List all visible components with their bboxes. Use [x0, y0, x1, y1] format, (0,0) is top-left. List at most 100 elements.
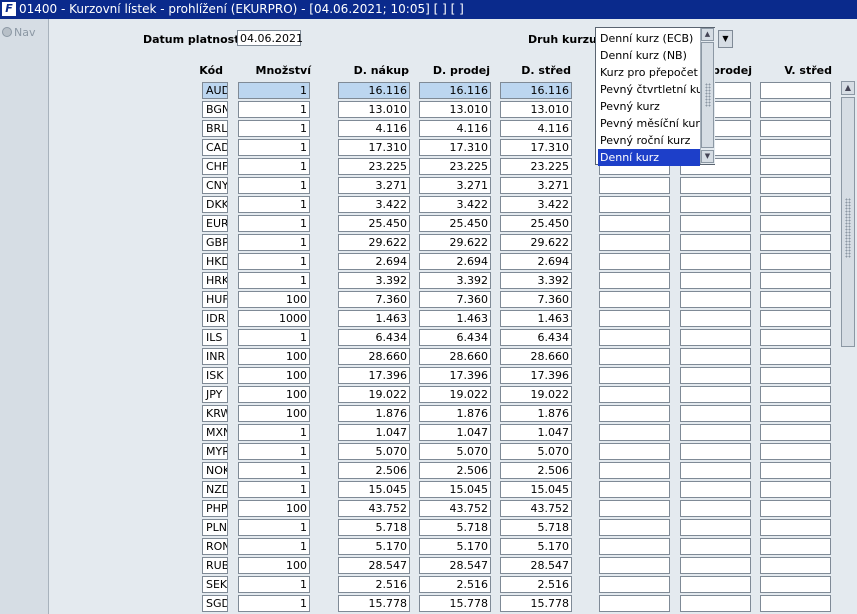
- daily-mid-cell[interactable]: 43.752: [500, 500, 572, 517]
- fx-sell-cell[interactable]: [680, 253, 751, 270]
- daily-buy-cell[interactable]: 15.045: [338, 481, 410, 498]
- code-cell[interactable]: RUB: [202, 557, 228, 574]
- code-cell[interactable]: AUD: [202, 82, 228, 99]
- quantity-cell[interactable]: 100: [238, 405, 310, 422]
- fx-buy-cell[interactable]: [599, 177, 670, 194]
- daily-mid-cell[interactable]: 1.047: [500, 424, 572, 441]
- daily-sell-cell[interactable]: 5.718: [419, 519, 491, 536]
- quantity-cell[interactable]: 1: [238, 158, 310, 175]
- code-cell[interactable]: CNY: [202, 177, 228, 194]
- quantity-cell[interactable]: 1: [238, 82, 310, 99]
- quantity-cell[interactable]: 100: [238, 557, 310, 574]
- fx-buy-cell[interactable]: [599, 538, 670, 555]
- code-cell[interactable]: EUR: [202, 215, 228, 232]
- daily-sell-cell[interactable]: 1.876: [419, 405, 491, 422]
- fx-mid-cell[interactable]: [760, 576, 831, 593]
- daily-buy-cell[interactable]: 3.392: [338, 272, 410, 289]
- fx-sell-cell[interactable]: [680, 595, 751, 612]
- fx-sell-cell[interactable]: [680, 519, 751, 536]
- code-cell[interactable]: NOK: [202, 462, 228, 479]
- daily-sell-cell[interactable]: 3.271: [419, 177, 491, 194]
- fx-buy-cell[interactable]: [599, 500, 670, 517]
- fx-sell-cell[interactable]: [680, 196, 751, 213]
- code-cell[interactable]: GBP: [202, 234, 228, 251]
- daily-mid-cell[interactable]: 17.396: [500, 367, 572, 384]
- code-cell[interactable]: MYR: [202, 443, 228, 460]
- code-cell[interactable]: SEK: [202, 576, 228, 593]
- daily-sell-cell[interactable]: 15.778: [419, 595, 491, 612]
- fx-sell-cell[interactable]: [680, 177, 751, 194]
- fx-sell-cell[interactable]: [680, 348, 751, 365]
- daily-mid-cell[interactable]: 23.225: [500, 158, 572, 175]
- fx-buy-cell[interactable]: [599, 215, 670, 232]
- fx-sell-cell[interactable]: [680, 386, 751, 403]
- fx-mid-cell[interactable]: [760, 348, 831, 365]
- fx-buy-cell[interactable]: [599, 272, 670, 289]
- chevron-down-icon[interactable]: ▼: [701, 150, 714, 163]
- daily-buy-cell[interactable]: 28.660: [338, 348, 410, 365]
- fx-mid-cell[interactable]: [760, 443, 831, 460]
- fx-mid-cell[interactable]: [760, 253, 831, 270]
- daily-buy-cell[interactable]: 4.116: [338, 120, 410, 137]
- dropdown-option[interactable]: Pevný měsíční kurz: [598, 115, 706, 132]
- quantity-cell[interactable]: 1: [238, 215, 310, 232]
- quantity-cell[interactable]: 1000: [238, 310, 310, 327]
- daily-buy-cell[interactable]: 5.070: [338, 443, 410, 460]
- daily-buy-cell[interactable]: 17.310: [338, 139, 410, 156]
- daily-mid-cell[interactable]: 1.463: [500, 310, 572, 327]
- daily-mid-cell[interactable]: 2.516: [500, 576, 572, 593]
- daily-buy-cell[interactable]: 16.116: [338, 82, 410, 99]
- fx-sell-cell[interactable]: [680, 443, 751, 460]
- quantity-cell[interactable]: 100: [238, 367, 310, 384]
- daily-buy-cell[interactable]: 3.271: [338, 177, 410, 194]
- code-cell[interactable]: CAD: [202, 139, 228, 156]
- fx-mid-cell[interactable]: [760, 215, 831, 232]
- daily-mid-cell[interactable]: 7.360: [500, 291, 572, 308]
- rate-type-dropdown-button[interactable]: ▼: [718, 30, 733, 48]
- quantity-cell[interactable]: 1: [238, 329, 310, 346]
- daily-mid-cell[interactable]: 13.010: [500, 101, 572, 118]
- daily-sell-cell[interactable]: 25.450: [419, 215, 491, 232]
- daily-mid-cell[interactable]: 25.450: [500, 215, 572, 232]
- code-cell[interactable]: SGD: [202, 595, 228, 612]
- daily-mid-cell[interactable]: 3.392: [500, 272, 572, 289]
- daily-buy-cell[interactable]: 1.463: [338, 310, 410, 327]
- fx-buy-cell[interactable]: [599, 329, 670, 346]
- fx-sell-cell[interactable]: [680, 405, 751, 422]
- code-cell[interactable]: ILS: [202, 329, 228, 346]
- daily-sell-cell[interactable]: 1.047: [419, 424, 491, 441]
- daily-mid-cell[interactable]: 16.116: [500, 82, 572, 99]
- rate-type-dropdown-list[interactable]: Denní kurz (ECB) Denní kurz (NB) Kurz pro …: [595, 27, 715, 166]
- fx-buy-cell[interactable]: [599, 424, 670, 441]
- fx-sell-cell[interactable]: [680, 557, 751, 574]
- quantity-cell[interactable]: 1: [238, 139, 310, 156]
- date-input[interactable]: 04.06.2021: [237, 30, 303, 46]
- fx-mid-cell[interactable]: [760, 462, 831, 479]
- daily-buy-cell[interactable]: 5.718: [338, 519, 410, 536]
- daily-mid-cell[interactable]: 6.434: [500, 329, 572, 346]
- fx-mid-cell[interactable]: [760, 101, 831, 118]
- fx-buy-cell[interactable]: [599, 481, 670, 498]
- fx-buy-cell[interactable]: [599, 405, 670, 422]
- daily-buy-cell[interactable]: 5.170: [338, 538, 410, 555]
- code-cell[interactable]: KRW: [202, 405, 228, 422]
- quantity-cell[interactable]: 1: [238, 443, 310, 460]
- dropdown-option[interactable]: Denní kurz (ECB): [598, 30, 700, 47]
- daily-mid-cell[interactable]: 5.718: [500, 519, 572, 536]
- quantity-cell[interactable]: 100: [238, 291, 310, 308]
- daily-mid-cell[interactable]: 29.622: [500, 234, 572, 251]
- daily-buy-cell[interactable]: 15.778: [338, 595, 410, 612]
- fx-mid-cell[interactable]: [760, 196, 831, 213]
- code-cell[interactable]: IDR: [202, 310, 228, 327]
- quantity-cell[interactable]: 1: [238, 595, 310, 612]
- code-cell[interactable]: INR: [202, 348, 228, 365]
- fx-mid-cell[interactable]: [760, 367, 831, 384]
- daily-buy-cell[interactable]: 2.506: [338, 462, 410, 479]
- code-cell[interactable]: RON: [202, 538, 228, 555]
- daily-buy-cell[interactable]: 1.047: [338, 424, 410, 441]
- fx-buy-cell[interactable]: [599, 310, 670, 327]
- daily-mid-cell[interactable]: 5.070: [500, 443, 572, 460]
- daily-buy-cell[interactable]: 7.360: [338, 291, 410, 308]
- fx-buy-cell[interactable]: [599, 519, 670, 536]
- daily-sell-cell[interactable]: 3.422: [419, 196, 491, 213]
